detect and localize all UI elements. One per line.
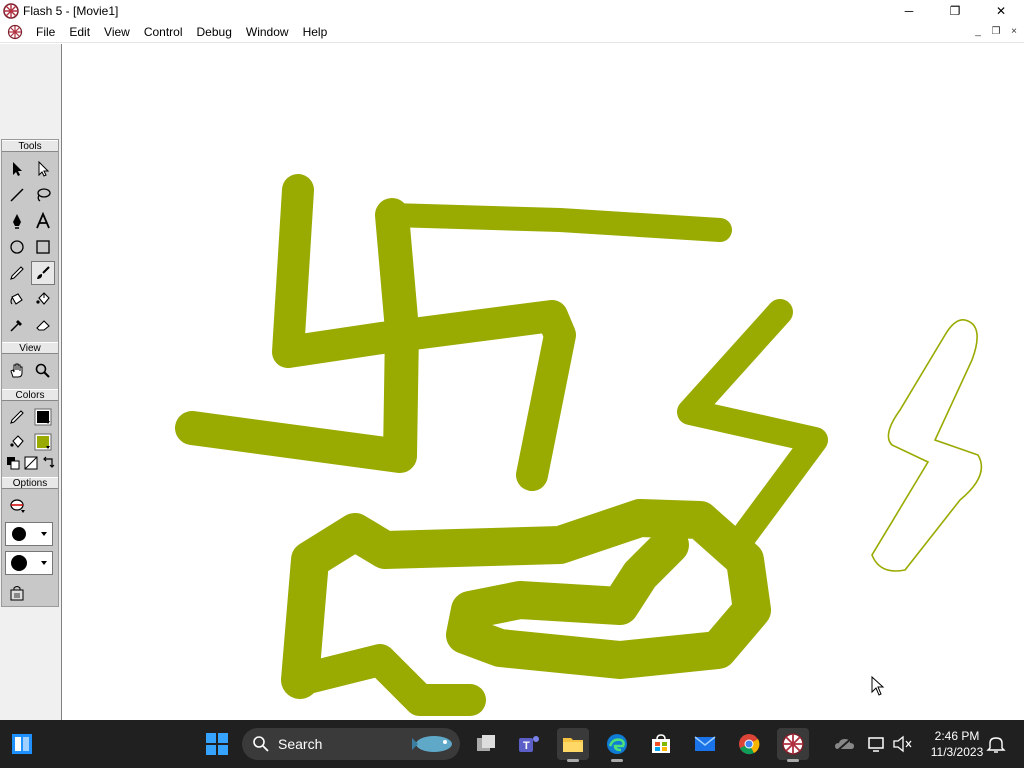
- stroke-color-pencil-icon: [5, 405, 29, 429]
- brush-size-dropdown[interactable]: [5, 522, 53, 546]
- hand-icon[interactable]: [5, 359, 29, 383]
- eraser-icon[interactable]: [31, 313, 55, 337]
- default-colors-icon[interactable]: [4, 454, 22, 472]
- rectangle-icon[interactable]: [31, 235, 55, 259]
- search-placeholder: Search: [278, 736, 323, 752]
- doc-minimize-button[interactable]: _: [970, 25, 986, 39]
- taskbar: Search T 2:46 PM 11/3/2023: [0, 720, 1024, 768]
- stroke-color-swatch[interactable]: [31, 405, 55, 429]
- onedrive-icon[interactable]: [829, 728, 861, 760]
- mouse-cursor-icon: [871, 676, 885, 696]
- pen-icon[interactable]: [5, 209, 29, 233]
- arrow-icon[interactable]: [5, 157, 29, 181]
- window-controls: ─ ❐ ✕: [886, 0, 1024, 22]
- brush-shape-dropdown[interactable]: [5, 551, 53, 575]
- taskbar-search[interactable]: Search: [242, 728, 460, 760]
- subselect-icon[interactable]: [31, 157, 55, 181]
- oval-icon[interactable]: [5, 235, 29, 259]
- maximize-button[interactable]: ❐: [932, 0, 978, 22]
- menu-help[interactable]: Help: [296, 22, 335, 43]
- flash-taskbar-icon[interactable]: [777, 728, 809, 762]
- menu-edit[interactable]: Edit: [62, 22, 97, 43]
- flash-app-icon[interactable]: [3, 3, 19, 19]
- start-icon[interactable]: [201, 728, 233, 760]
- search-highlight-icon: [412, 736, 452, 752]
- brush-icon[interactable]: [31, 261, 55, 285]
- ink-bottle-icon[interactable]: [5, 287, 29, 311]
- menu-debug[interactable]: Debug: [190, 22, 239, 43]
- menu-bar: File Edit View Control Debug Window Help…: [0, 22, 1024, 43]
- toolbox: Tools View Colors Options: [1, 139, 59, 607]
- pencil-icon[interactable]: [5, 261, 29, 285]
- lock-fill-icon[interactable]: [5, 581, 29, 605]
- brush-stroke: [284, 644, 486, 716]
- menu-control[interactable]: Control: [137, 22, 190, 43]
- teams-icon[interactable]: T: [513, 728, 545, 760]
- tools-section-header: Tools: [2, 140, 58, 152]
- search-icon: [253, 736, 269, 752]
- chrome-icon[interactable]: [733, 728, 765, 760]
- menu-view[interactable]: View: [97, 22, 137, 43]
- swap-colors-icon[interactable]: [40, 454, 58, 472]
- no-color-icon[interactable]: [22, 454, 40, 472]
- zoom-icon[interactable]: [31, 359, 55, 383]
- edge-icon[interactable]: [601, 728, 633, 762]
- dropper-icon[interactable]: [5, 313, 29, 337]
- menu-file[interactable]: File: [29, 22, 62, 43]
- view-section-header: View: [2, 342, 58, 354]
- task-view-icon[interactable]: [470, 728, 502, 760]
- fill-color-bucket-icon: [5, 430, 29, 454]
- colors-section-header: Colors: [2, 389, 58, 401]
- stage-canvas[interactable]: [63, 44, 1024, 720]
- brush-mode-icon[interactable]: [5, 493, 29, 517]
- options-section-header: Options: [2, 477, 58, 489]
- text-icon[interactable]: [31, 209, 55, 233]
- line-icon[interactable]: [5, 183, 29, 207]
- menu-window[interactable]: Window: [239, 22, 296, 43]
- doc-close-button[interactable]: ×: [1006, 25, 1022, 39]
- lasso-icon[interactable]: [31, 183, 55, 207]
- paint-bucket-icon[interactable]: [31, 287, 55, 311]
- mail-icon[interactable]: [689, 728, 721, 760]
- brush-stroke: [380, 203, 732, 242]
- svg-text:T: T: [523, 740, 530, 752]
- outline-lightning-shape: [871, 318, 983, 572]
- brush-strokes: [175, 174, 828, 716]
- close-button[interactable]: ✕: [978, 0, 1024, 22]
- file-explorer-icon[interactable]: [557, 728, 589, 762]
- widgets-icon[interactable]: [6, 728, 38, 760]
- document-window-controls: _ ❐ ×: [970, 25, 1022, 39]
- minimize-button[interactable]: ─: [886, 0, 932, 22]
- stage-artwork: [175, 174, 983, 716]
- document-icon[interactable]: [7, 24, 23, 40]
- notifications-icon[interactable]: [980, 728, 1012, 760]
- left-panel: Tools View Colors Options: [0, 44, 62, 720]
- title-bar: Flash 5 - [Movie1] ─ ❐ ✕: [0, 0, 1024, 22]
- fill-color-swatch[interactable]: [31, 430, 55, 454]
- window-title: Flash 5 - [Movie1]: [23, 4, 119, 18]
- volume-icon[interactable]: [886, 728, 918, 760]
- doc-restore-button[interactable]: ❐: [988, 25, 1004, 39]
- microsoft-store-icon[interactable]: [645, 728, 677, 760]
